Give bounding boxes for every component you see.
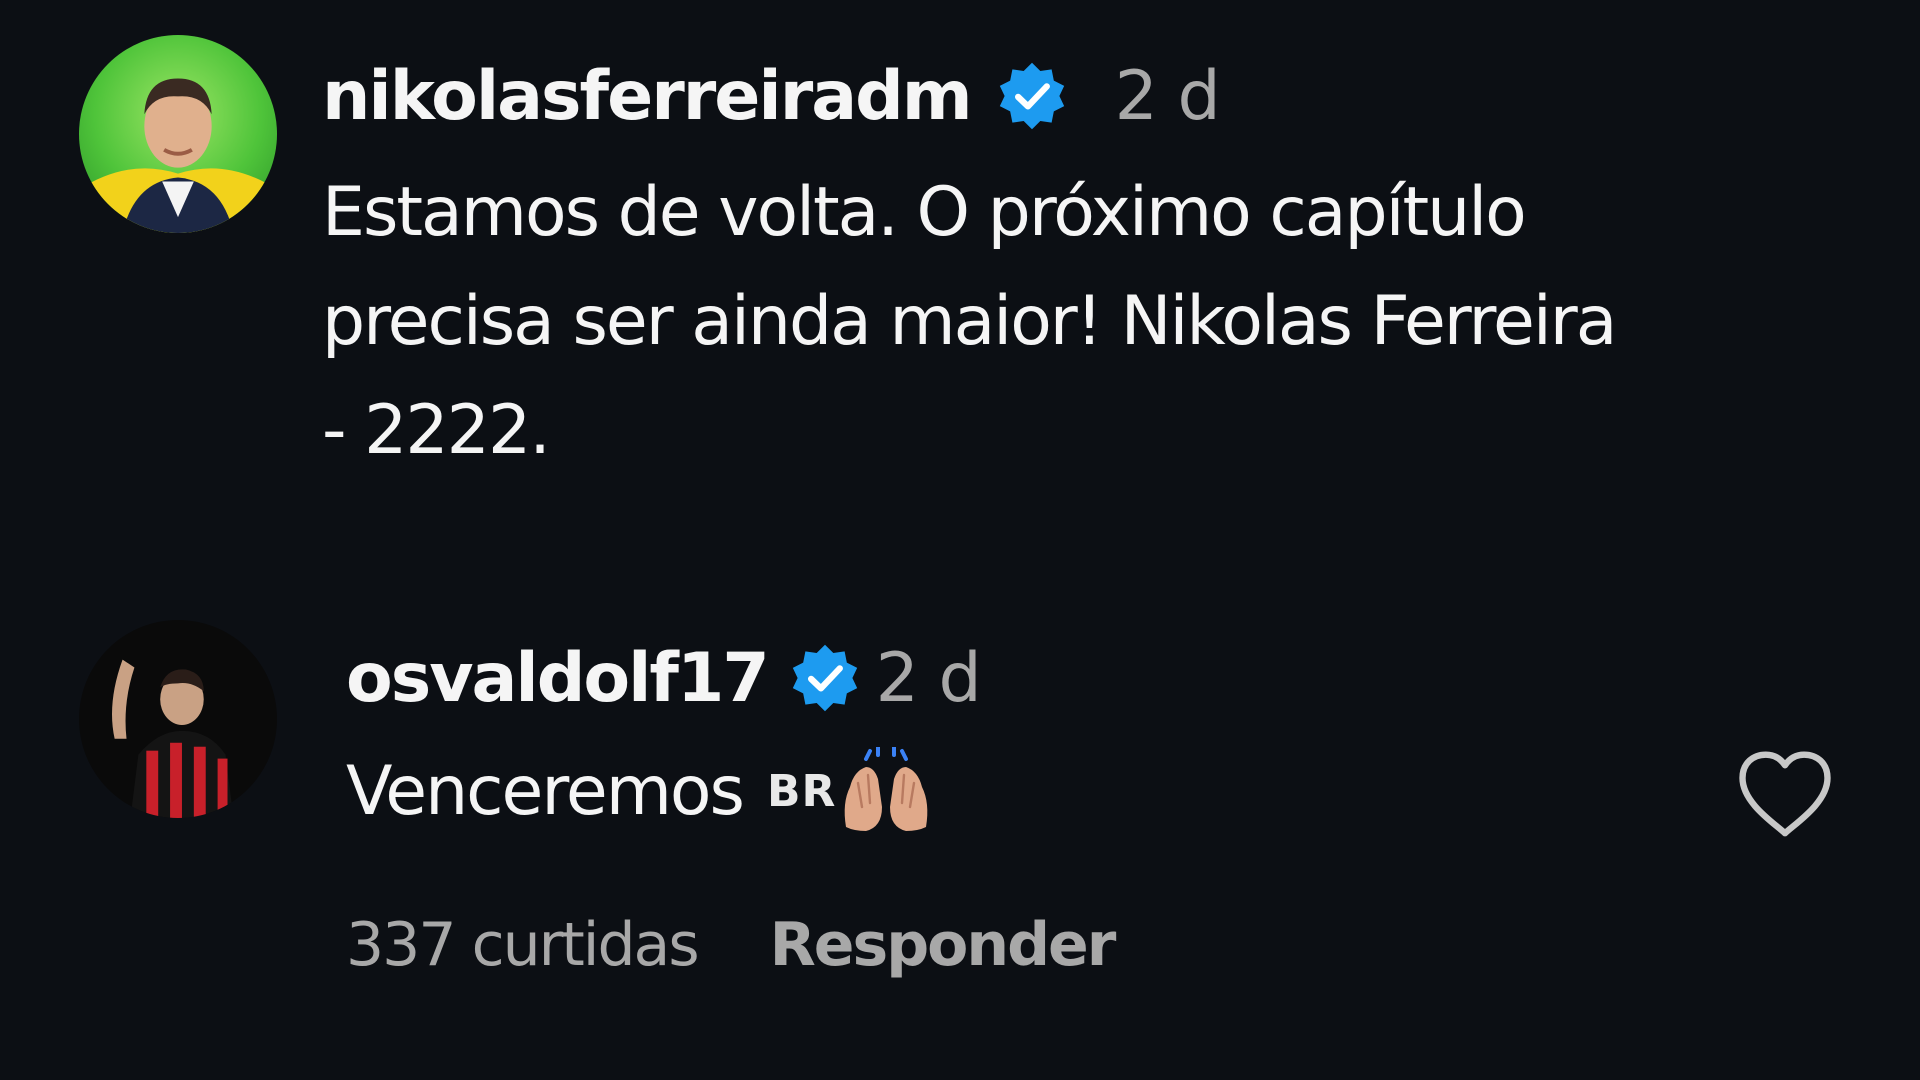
comments-panel: nikolasferreiradm 2 d Estamos de volta. … bbox=[0, 0, 1920, 1080]
comment-body: Venceremos BR bbox=[346, 743, 934, 839]
comment-header: osvaldolf17 2 d bbox=[346, 632, 982, 724]
raising-hands-icon bbox=[838, 747, 934, 835]
comment-text: Venceremos bbox=[346, 751, 745, 831]
comment-username[interactable]: osvaldolf17 bbox=[346, 639, 770, 718]
caption-timestamp: 2 d bbox=[1114, 56, 1221, 136]
caption-text: Estamos de volta. O próximo capítulo pre… bbox=[322, 173, 1617, 470]
comment-timestamp: 2 d bbox=[875, 638, 982, 718]
like-button[interactable] bbox=[1734, 748, 1836, 842]
comment-avatar-image bbox=[79, 620, 277, 818]
caption-avatar-image bbox=[79, 35, 277, 233]
comment-author-avatar[interactable] bbox=[79, 620, 277, 818]
comment-meta: 337 curtidas Responder bbox=[346, 900, 1117, 990]
caption-author-avatar[interactable] bbox=[79, 35, 277, 233]
caption-username[interactable]: nikolasferreiradm bbox=[322, 57, 973, 136]
verified-badge-icon bbox=[788, 641, 862, 715]
reply-button[interactable]: Responder bbox=[770, 910, 1117, 980]
heart-icon bbox=[1739, 751, 1831, 837]
likes-count[interactable]: 337 curtidas bbox=[346, 910, 700, 980]
verified-badge-icon bbox=[995, 59, 1069, 133]
brazil-flag-letters: BR bbox=[766, 765, 837, 817]
caption-header: nikolasferreiradm 2 d bbox=[322, 50, 1221, 142]
